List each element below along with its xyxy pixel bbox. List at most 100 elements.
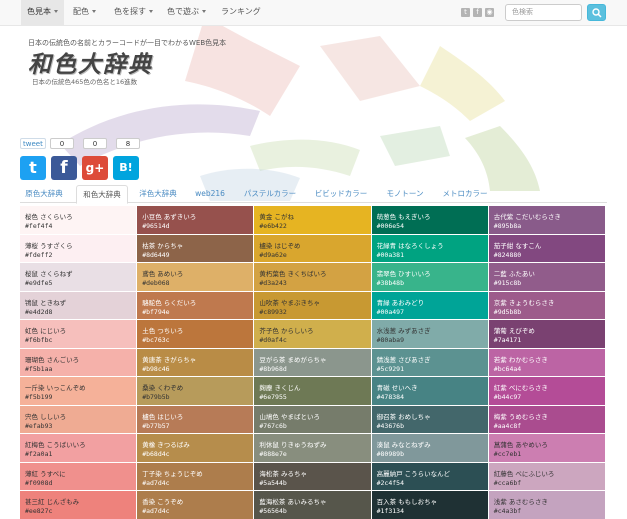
color-swatch[interactable]: 百入茶 ももしおちゃ #1f3134 xyxy=(371,491,488,519)
color-code: #b79b5b xyxy=(142,393,170,401)
color-swatch[interactable]: 梅紫 うめむらさき #aa4c8f xyxy=(488,405,605,433)
color-code: #bc763c xyxy=(142,336,170,344)
color-swatch[interactable]: 花緑青 はなろくしょう #00a381 xyxy=(371,234,488,262)
color-swatch[interactable]: 甚三紅 じんざもみ #ee827c xyxy=(20,491,137,519)
tab-monotone[interactable]: モノトーン xyxy=(380,185,430,203)
color-swatch[interactable]: 藍海松茶 あいみるちゃ #56564b xyxy=(254,491,371,519)
color-code: #2c4f54 xyxy=(376,478,404,487)
color-swatch[interactable]: 桜鼠 さくらねず #e9dfe5 xyxy=(20,263,137,291)
color-swatch[interactable]: 御召茶 おめしちゃ #43676b xyxy=(371,405,488,433)
nav-item-play-with-color[interactable]: 色で遊ぶ xyxy=(161,0,212,26)
nav-item-color-samples[interactable]: 色見本 xyxy=(21,0,64,26)
color-swatch[interactable]: 紅紫 べにむらさき #b44c97 xyxy=(488,377,605,405)
tab-washoku[interactable]: 和色大辞典 xyxy=(76,185,128,204)
color-name: 一斤染 いっこんぞめ xyxy=(25,384,86,392)
color-swatch[interactable]: 桜色 さくらいろ #fef4f4 xyxy=(20,206,137,234)
color-swatch[interactable]: 湊鼠 みなとねずみ #80989b xyxy=(371,434,488,462)
color-code: #80989b xyxy=(376,450,404,458)
google-plus-icon[interactable]: g+ xyxy=(82,156,108,180)
search-button[interactable] xyxy=(587,4,606,21)
color-swatch[interactable]: 丁子染 ちょうじぞめ #ad7d4c xyxy=(137,462,254,490)
color-swatch[interactable]: 櫨染 はじぞめ #d9a62e xyxy=(254,234,371,262)
twitter-icon[interactable]: t xyxy=(20,156,46,180)
color-swatch[interactable]: 豆がら茶 まめがらちゃ #8b968d xyxy=(254,348,371,376)
color-swatch[interactable]: 萌葱色 もえぎいろ #006e54 xyxy=(371,206,488,234)
color-code: #fef4f4 xyxy=(25,222,53,230)
color-code: #888e7e xyxy=(259,450,287,458)
color-swatch[interactable]: 薄桜 うすざくら #fdeff2 xyxy=(20,234,137,262)
color-swatch[interactable]: 京紫 きょうむらさき #9d5b8b xyxy=(488,291,605,319)
color-swatch[interactable]: 桑染 くわぞめ #b79b5b xyxy=(137,377,254,405)
tab-genshoku[interactable]: 原色大辞典 xyxy=(20,185,68,203)
site-logo[interactable]: 和色大辞典 xyxy=(28,45,153,79)
color-swatch[interactable]: 錆浅葱 さびあさぎ #5c9291 xyxy=(371,348,488,376)
color-code: #767c6b xyxy=(259,421,287,430)
color-swatch[interactable]: 高麗納戸 こうらいなんど #2c4f54 xyxy=(371,462,488,490)
color-code: #5a544b xyxy=(259,478,287,487)
hatena-bookmark-icon[interactable]: B! xyxy=(113,156,139,180)
color-swatch[interactable]: 駱駝色 らくだいろ #bf794e xyxy=(137,291,254,319)
color-swatch[interactable]: 宍色 ししいろ #efab93 xyxy=(20,405,137,433)
color-name: 萌葱色 もえぎいろ xyxy=(376,213,431,221)
color-swatch[interactable]: 鴇鼠 ときねず #e4d2d8 xyxy=(20,291,137,319)
color-swatch[interactable]: 黄朽葉色 きくちばいろ #d3a243 xyxy=(254,263,371,291)
dictionary-tabs: 原色大辞典 和色大辞典 洋色大辞典 web216 パステルカラー ビビッドカラー… xyxy=(20,185,607,204)
color-swatch[interactable]: 若紫 わかむらさき #bc64a4 xyxy=(488,348,605,376)
facebook-icon[interactable]: f xyxy=(473,8,482,17)
color-swatch[interactable]: 水浅葱 みずあさぎ #80aba9 xyxy=(371,320,488,348)
color-swatch[interactable]: 香染 こうぞめ #ad7d4c xyxy=(137,491,254,519)
nav-label: 色見本 xyxy=(27,7,51,16)
tab-metro[interactable]: メトロカラー xyxy=(438,185,492,203)
color-name: 小豆色 あずきいろ xyxy=(142,213,197,221)
color-swatch[interactable]: 翡翠色 ひすいいろ #38b48b xyxy=(371,263,488,291)
color-swatch[interactable]: 山吹茶 やまぶきちゃ #c89932 xyxy=(254,291,371,319)
color-swatch[interactable]: 一斤染 いっこんぞめ #f5b199 xyxy=(20,377,137,405)
search-input[interactable]: 色検索 xyxy=(505,4,582,21)
color-swatch[interactable]: 黄唐茶 きがらちゃ #b98c46 xyxy=(137,348,254,376)
color-name: 鳶色 あめいろ xyxy=(142,270,184,278)
color-swatch[interactable]: 櫨色 はじいろ #b77b57 xyxy=(137,405,254,433)
rss-icon[interactable]: ◉ xyxy=(485,8,494,17)
color-swatch[interactable]: 芥子色 からしいろ #d0af4c xyxy=(254,320,371,348)
color-swatch[interactable]: 青緑 あおみどり #00a497 xyxy=(371,291,488,319)
color-name: 枯茶 からちゃ xyxy=(142,241,184,250)
color-swatch[interactable]: 黄橡 きつるばみ #b68d4c xyxy=(137,434,254,462)
color-swatch[interactable]: 利休鼠 りきゅうねずみ #888e7e xyxy=(254,434,371,462)
color-swatch[interactable]: 紅藤色 べにふじいろ #cca6bf xyxy=(488,462,605,490)
nav-item-color-schemes[interactable]: 配色 xyxy=(67,0,102,26)
color-swatch[interactable]: 茄子紺 なすこん #824880 xyxy=(488,234,605,262)
color-swatch[interactable]: 海松茶 みるちゃ #5a544b xyxy=(254,462,371,490)
nav-item-ranking[interactable]: ランキング xyxy=(215,0,267,26)
color-swatch[interactable]: 小豆色 あずきいろ #96514d xyxy=(137,206,254,234)
nav-item-find-color[interactable]: 色を探す xyxy=(108,0,159,26)
twitter-icon[interactable]: t xyxy=(461,8,470,17)
color-swatch[interactable]: 青磁 せいへき #478384 xyxy=(371,377,488,405)
tab-web216[interactable]: web216 xyxy=(190,185,230,203)
color-swatch[interactable]: 二藍 ふたあい #915c8b xyxy=(488,263,605,291)
tab-pastel[interactable]: パステルカラー xyxy=(238,185,302,203)
color-code: #80aba9 xyxy=(376,336,404,344)
color-code: #b44c97 xyxy=(493,393,522,401)
color-code: #56564b xyxy=(259,507,287,515)
color-swatch[interactable]: 土色 つちいろ #bc763c xyxy=(137,320,254,348)
tweet-button[interactable]: tweet xyxy=(20,138,46,149)
color-swatch[interactable]: 薄紅 うすべに #f0908d xyxy=(20,462,137,490)
color-swatch[interactable]: 鳶色 あめいろ #deb068 xyxy=(137,263,254,291)
color-swatch[interactable]: 珊瑚色 さんごいろ #f5b1aa xyxy=(20,348,137,376)
color-swatch[interactable]: 蒲葡 えびぞめ #7a4171 xyxy=(488,320,605,348)
color-swatch[interactable]: 山鳩色 やまばといろ #767c6b xyxy=(254,405,371,433)
color-name: 桜鼠 さくらねず xyxy=(25,270,73,278)
color-name: 櫨色 はじいろ xyxy=(142,412,184,421)
tab-vivid[interactable]: ビビッドカラー xyxy=(310,185,372,203)
color-swatch[interactable]: 紅梅色 こうばいいろ #f2a0a1 xyxy=(20,434,137,462)
color-swatch[interactable]: 枯茶 からちゃ #8d6449 xyxy=(137,234,254,262)
color-swatch[interactable]: 虹色 にじいろ #f6bfbc xyxy=(20,320,137,348)
color-code: #895b8a xyxy=(493,222,522,230)
color-swatch[interactable]: 黄金 こがね #e6b422 xyxy=(254,206,371,234)
facebook-icon[interactable]: f xyxy=(51,156,77,180)
color-swatch[interactable]: 浅紫 あさむらさき #c4a3bf xyxy=(488,491,605,519)
color-swatch[interactable]: 古代紫 こだいむらさき #895b8a xyxy=(488,206,605,234)
color-swatch[interactable]: 菖蒲色 あやめいろ #cc7eb1 xyxy=(488,434,605,462)
color-swatch[interactable]: 麹塵 きくじん #6e7955 xyxy=(254,377,371,405)
tab-youshoku[interactable]: 洋色大辞典 xyxy=(134,185,182,203)
